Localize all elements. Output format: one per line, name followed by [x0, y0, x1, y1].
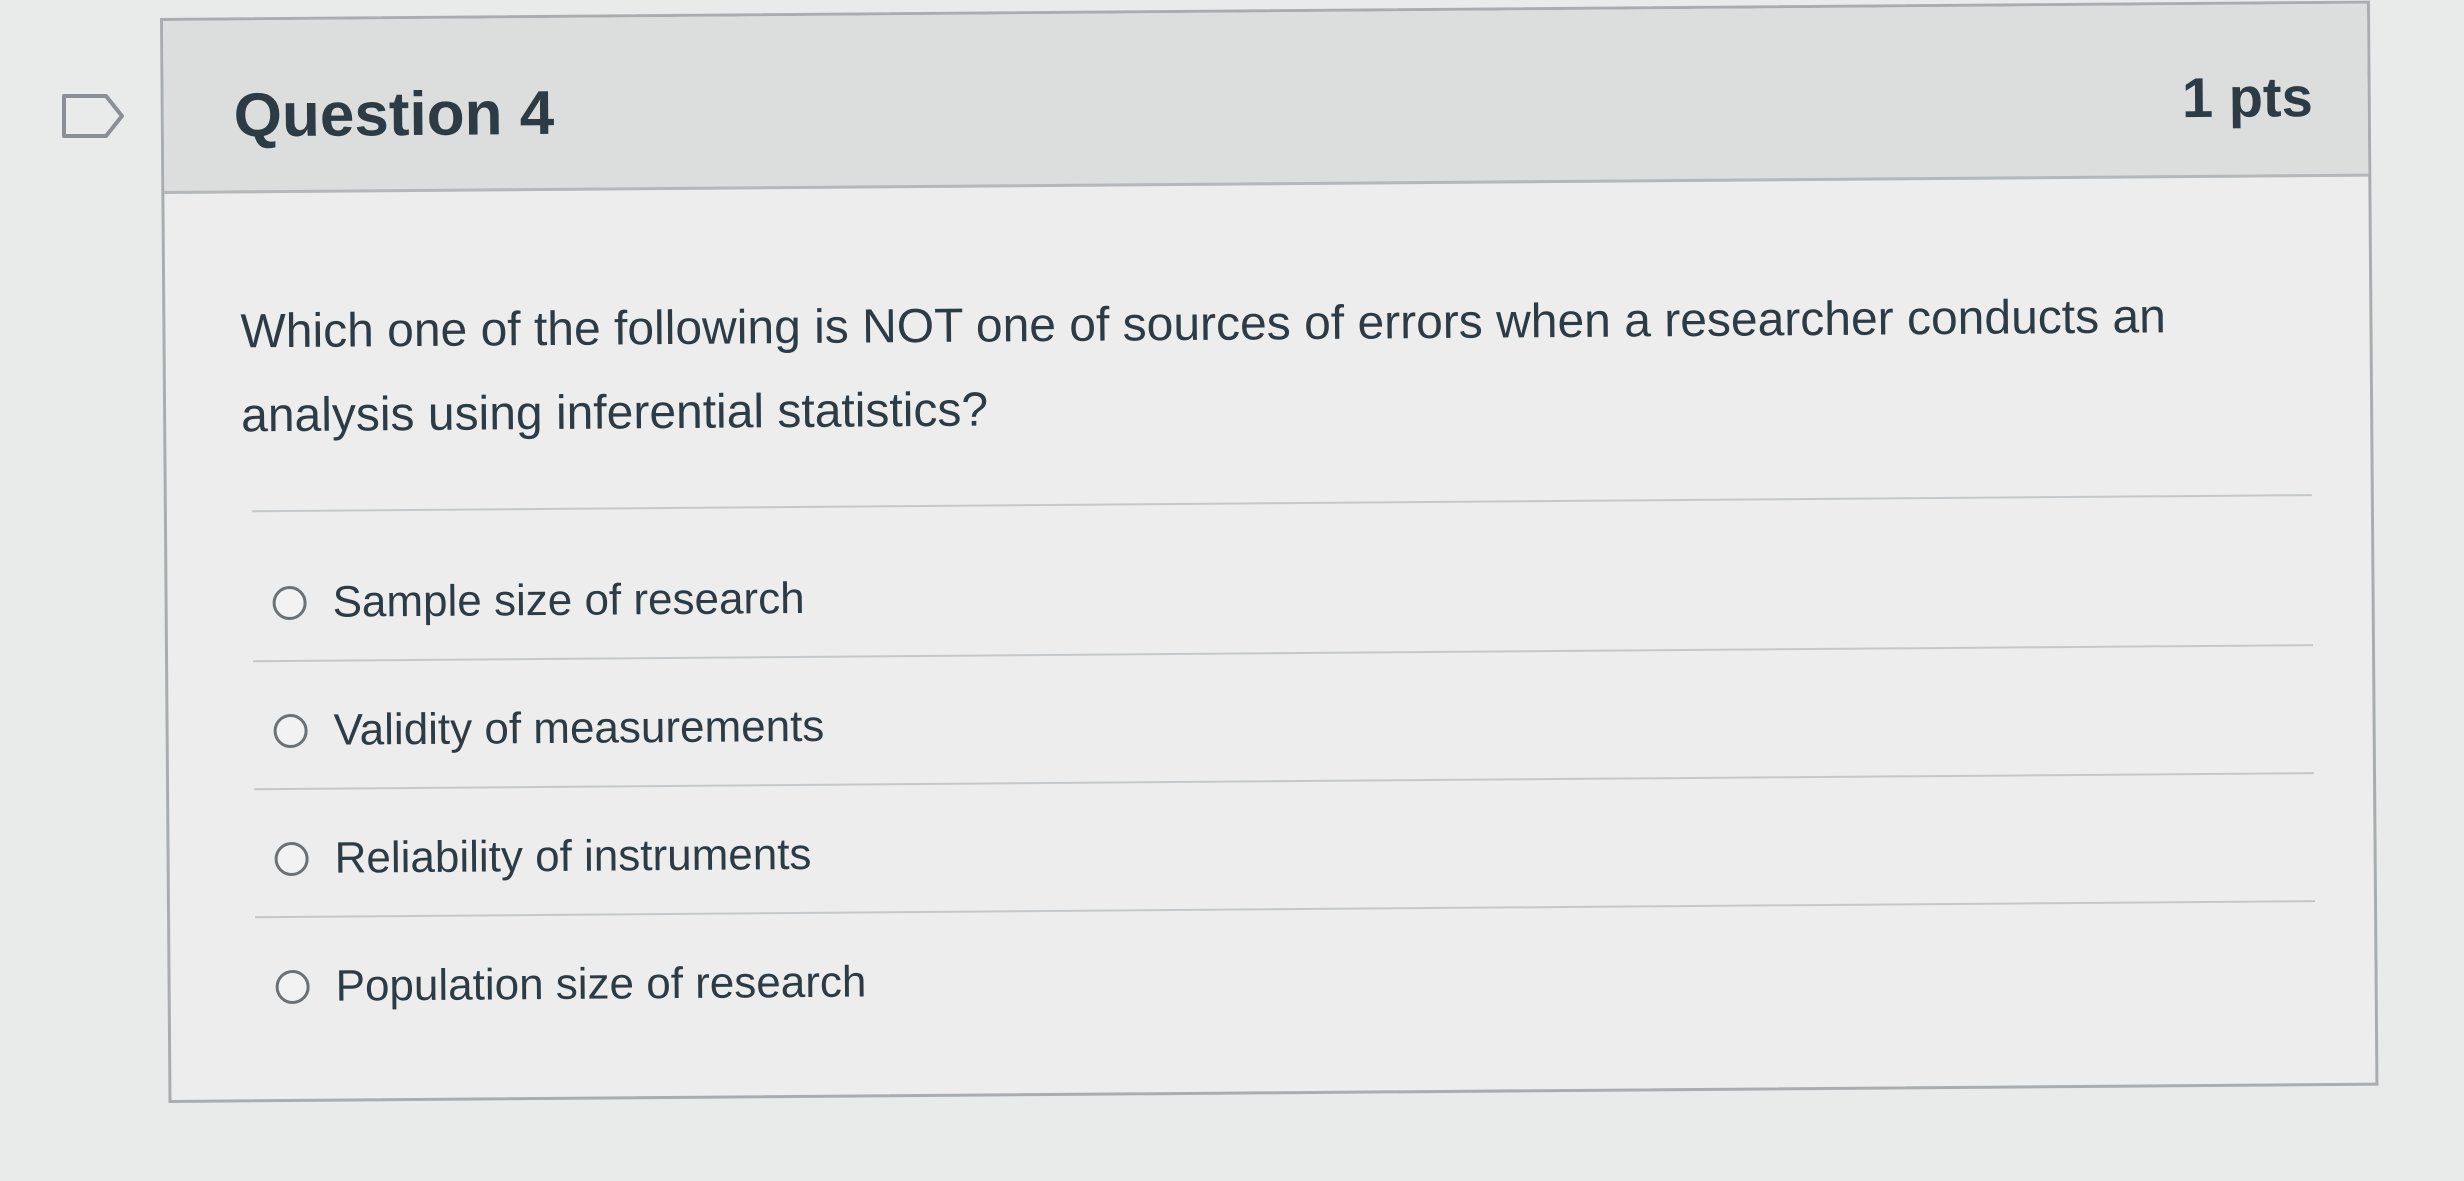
answer-option[interactable]: Validity of measurements — [273, 692, 825, 766]
answer-divider — [253, 644, 2313, 663]
answer-option[interactable]: Reliability of instruments — [274, 820, 812, 894]
bookmark-flag-icon[interactable] — [60, 92, 128, 140]
answer-label[interactable]: Sample size of research — [332, 574, 804, 628]
radio-unchecked-icon[interactable] — [273, 713, 308, 749]
question-title: Question 4 — [233, 78, 555, 151]
answer-divider — [254, 772, 2315, 791]
answer-label[interactable]: Population size of research — [335, 957, 866, 1011]
question-header: Question 4 1 pts — [163, 3, 2369, 194]
answer-divider — [251, 494, 2312, 513]
radio-unchecked-icon[interactable] — [274, 841, 309, 877]
answer-option[interactable]: Population size of research — [275, 947, 867, 1022]
answer-label[interactable]: Reliability of instruments — [334, 830, 811, 884]
radio-unchecked-icon[interactable] — [272, 585, 307, 621]
question-points: 1 pts — [2181, 65, 2313, 130]
radio-unchecked-icon[interactable] — [275, 969, 310, 1005]
question-card: Question 4 1 pts Which one of the follow… — [160, 0, 2379, 1103]
answer-option[interactable]: Sample size of research — [272, 564, 805, 638]
answer-label[interactable]: Validity of measurements — [333, 702, 824, 756]
question-text: Which one of the following is NOT one of… — [240, 290, 2167, 443]
answer-divider — [255, 900, 2316, 919]
